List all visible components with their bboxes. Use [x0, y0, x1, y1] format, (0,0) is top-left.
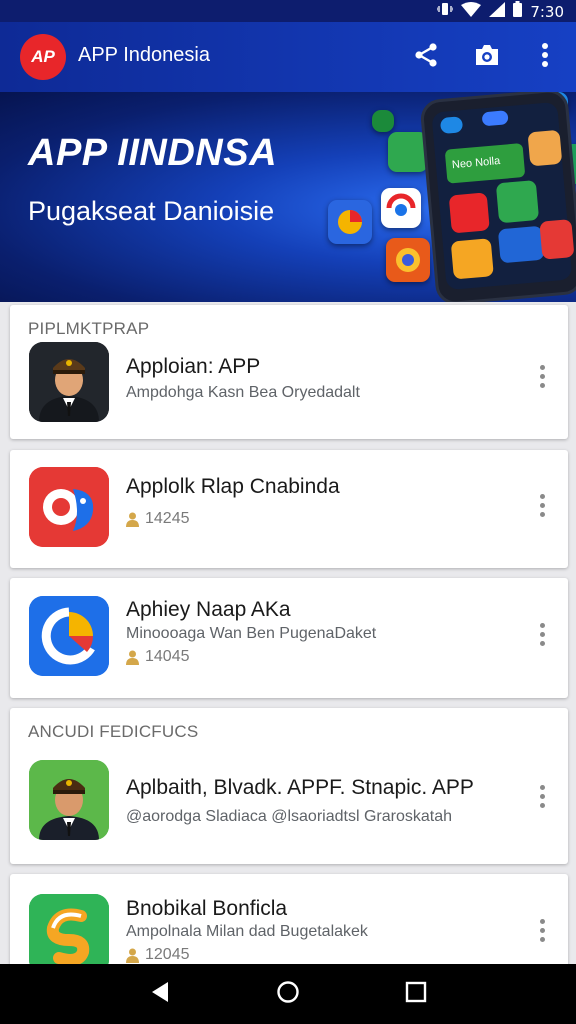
banner-title: APP IINDNSA: [28, 132, 278, 174]
phone-illustration: Neo Nolla: [419, 92, 576, 302]
app-bar: AP APP Indonesia: [0, 22, 576, 92]
item-more-button[interactable]: [530, 616, 554, 652]
app-icon: [29, 894, 109, 974]
item-count: 14245: [145, 510, 190, 527]
section-card[interactable]: ANCUDI FEDICFUCS Aplbaith, Blvadk. APPF.…: [10, 708, 568, 864]
app-logo: AP: [20, 34, 66, 80]
item-title: Aplbaith, Blvadk. APPF. Stnapic. APP: [126, 776, 474, 799]
item-subtitle: @aorodga Sladiaca @lsaoriadtsl Graroskat…: [126, 808, 452, 825]
app-icon: [29, 760, 109, 840]
app-icon: [29, 342, 109, 422]
item-more-button[interactable]: [530, 912, 554, 948]
item-title: Bnobikal Bonficla: [126, 897, 288, 920]
wifi-icon: [461, 1, 482, 22]
item-subtitle: Minoooaga Wan Ben PugenaDaket: [126, 625, 377, 642]
item-more-button[interactable]: [530, 778, 554, 814]
list-item[interactable]: Bnobikal Bonficla Ampolnala Milan dad Bu…: [10, 874, 568, 974]
status-bar: 7:30: [0, 0, 576, 22]
back-button[interactable]: [144, 978, 176, 1010]
app-title: APP Indonesia: [78, 44, 210, 66]
home-icon: [276, 980, 300, 1009]
section-heading: PIPLMKTPRAP: [28, 319, 150, 338]
recents-icon: [405, 981, 427, 1008]
person-icon: [126, 948, 139, 963]
list-item[interactable]: Aphiey Naap AKa Minoooaga Wan Ben Pugena…: [10, 578, 568, 698]
item-meta: 14245: [126, 510, 190, 528]
status-time: 7:30: [530, 2, 564, 21]
floating-app-icon: [328, 200, 372, 244]
system-nav-bar: [0, 964, 576, 1024]
floating-app-icon: [386, 238, 430, 282]
person-icon: [126, 650, 139, 665]
phone-label: Neo Nolla: [444, 143, 526, 184]
item-meta: 12045: [126, 946, 190, 964]
floating-app-icon: [372, 110, 394, 132]
vibrate-icon: [436, 2, 454, 21]
app-icon: [29, 596, 109, 676]
item-more-button[interactable]: [530, 487, 554, 523]
item-subtitle: Ampolnala Milan dad Bugetalakek: [126, 923, 368, 940]
promo-banner[interactable]: APP IINDNSA Pugakseat Danioisie Neo Noll…: [0, 92, 576, 302]
item-subtitle: Ampdohga Kasn Bea Oryedadalt: [126, 384, 360, 401]
item-title: Aphiey Naap AKa: [126, 598, 291, 621]
item-more-button[interactable]: [530, 358, 554, 394]
item-count: 12045: [145, 946, 190, 963]
item-meta: 14045: [126, 648, 190, 666]
section-heading: ANCUDI FEDICFUCS: [28, 722, 199, 741]
overflow-menu-button[interactable]: [526, 38, 564, 76]
floating-app-icon: [381, 188, 421, 228]
recents-button[interactable]: [400, 978, 432, 1010]
list-item[interactable]: Applolk Rlap Cnabinda 14245: [10, 450, 568, 568]
item-title: Apploian: APP: [126, 355, 261, 378]
banner-subtitle: Pugakseat Danioisie: [28, 196, 275, 226]
person-icon: [126, 512, 139, 527]
list-item[interactable]: Apploian: APP Ampdohga Kasn Bea Oryedada…: [10, 338, 568, 439]
camera-button[interactable]: [468, 38, 506, 76]
camera-icon: [473, 42, 501, 73]
app-icon: [29, 467, 109, 547]
item-count: 14045: [145, 648, 190, 665]
battery-icon: [513, 1, 523, 22]
home-button[interactable]: [272, 978, 304, 1010]
signal-icon: [489, 1, 506, 22]
more-vert-icon: [541, 42, 549, 73]
back-icon: [150, 981, 170, 1008]
item-title: Applolk Rlap Cnabinda: [126, 475, 340, 498]
share-button[interactable]: [407, 38, 445, 76]
share-icon: [413, 42, 439, 73]
